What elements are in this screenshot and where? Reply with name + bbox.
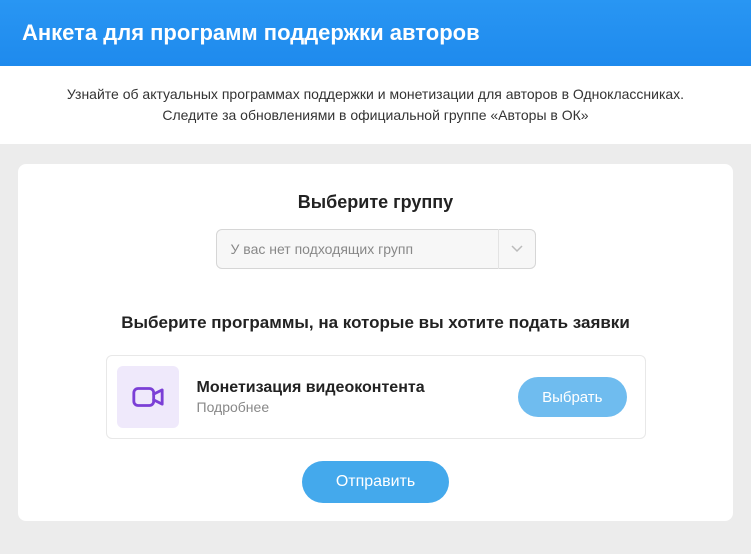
submit-button[interactable]: Отправить [302,461,449,503]
page-header: Анкета для программ поддержки авторов [0,0,751,66]
program-select-button[interactable]: Выбрать [518,377,626,417]
main-content: Выберите группу У вас нет подходящих гру… [0,144,751,521]
program-more-link[interactable]: Подробнее [197,399,519,415]
group-select[interactable]: У вас нет подходящих групп [216,229,536,269]
group-select-placeholder: У вас нет подходящих групп [231,241,414,257]
program-name: Монетизация видеоконтента [197,379,519,397]
program-text: Монетизация видеоконтента Подробнее [197,379,519,415]
info-text: Узнайте об актуальных программах поддерж… [67,86,684,123]
video-camera-icon [117,366,179,428]
form-card: Выберите группу У вас нет подходящих гру… [18,164,733,521]
info-banner: Узнайте об актуальных программах поддерж… [0,66,751,144]
group-select-input[interactable]: У вас нет подходящих групп [216,229,536,269]
submit-wrap: Отправить [58,461,693,503]
page-title: Анкета для программ поддержки авторов [22,20,480,45]
program-item: Монетизация видеоконтента Подробнее Выбр… [106,355,646,439]
programs-title: Выберите программы, на которые вы хотите… [58,313,693,333]
info-group-link[interactable]: «Авторы в ОК» [490,107,588,123]
group-select-title: Выберите группу [58,192,693,213]
